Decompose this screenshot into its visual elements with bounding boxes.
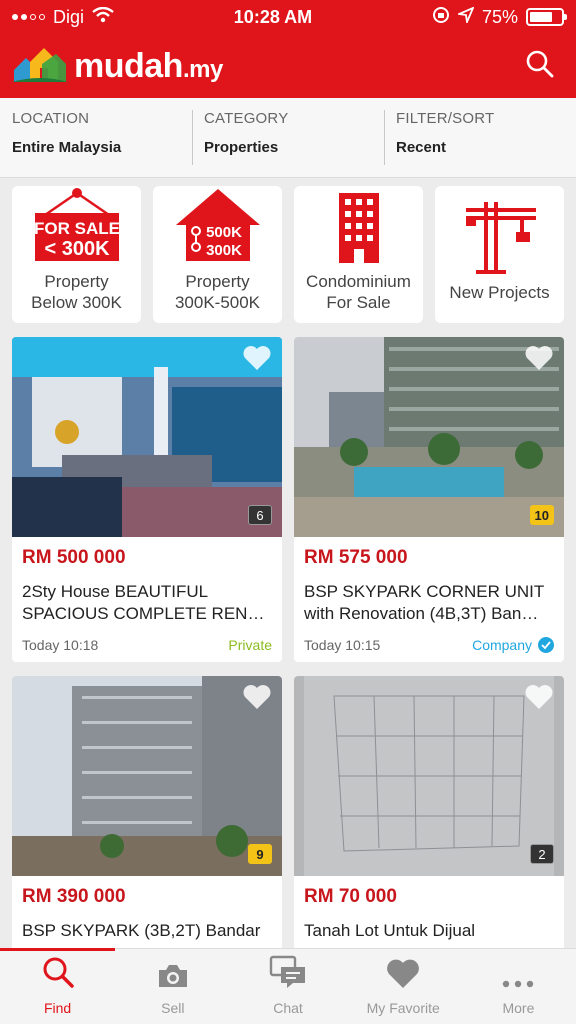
listing-price: RM 70 000 [304, 886, 397, 907]
category-label-line2: Below 300K [31, 293, 122, 312]
tab-more[interactable]: More [461, 949, 576, 1024]
listing-title: BSP SKYPARK CORNER UNIT with Renovation … [304, 582, 544, 623]
photo-count-badge: 9 [248, 844, 272, 864]
active-tab-indicator [0, 948, 115, 951]
favorite-heart-icon[interactable] [242, 684, 272, 710]
brand-logo[interactable]: mudah.my [12, 44, 223, 89]
favorite-heart-icon[interactable] [524, 684, 554, 710]
category-label: Condominium For Sale [306, 271, 411, 313]
listing-photo[interactable]: 6 [12, 337, 282, 537]
photo-count-badge: 6 [248, 505, 272, 525]
listing-price: RM 390 000 [22, 886, 126, 907]
rotation-lock-icon [432, 6, 450, 29]
bottom-nav: Find Sell Chat My Favorite More [0, 948, 576, 1024]
listing-price: RM 500 000 [22, 547, 126, 568]
brand-tld: .my [182, 55, 223, 83]
tab-sell[interactable]: Sell [115, 949, 230, 1024]
seller-type: Company [472, 637, 554, 653]
search-icon [41, 955, 75, 994]
for-sale-sign-icon: FOR SALE < 300K [31, 185, 123, 265]
listing-price: RM 575 000 [304, 547, 408, 568]
category-filter[interactable]: CATEGORY Properties [192, 98, 384, 177]
photo-count-badge: 10 [529, 505, 554, 525]
photo-count-badge: 2 [530, 844, 554, 864]
sign-text-line2: < 300K [44, 238, 110, 260]
category-below-300k[interactable]: FOR SALE < 300K Property Below 300K [12, 186, 141, 323]
house-text-line2: 300K [206, 242, 242, 259]
signal-strength-icon [12, 14, 45, 20]
sign-text-line1: FOR SALE [34, 219, 120, 238]
seller-type-label: Company [472, 637, 532, 653]
listing-photo[interactable]: 10 [294, 337, 564, 537]
carrier-name: Digi [53, 6, 85, 27]
battery-icon [525, 8, 567, 26]
search-icon [525, 49, 555, 84]
crane-icon [460, 196, 540, 276]
tab-my-favorite-label: My Favorite [366, 1000, 440, 1016]
status-bar: Digi 10:28 AM 75% [0, 0, 576, 34]
wifi-icon [92, 6, 114, 28]
verified-check-icon [538, 637, 554, 653]
seller-type: Private [228, 637, 272, 653]
location-filter[interactable]: LOCATION Entire Malaysia [0, 98, 192, 177]
category-label-line2: For Sale [326, 293, 391, 312]
listing-title: 2Sty House BEAUTIFUL SPACIOUS COMPLETE R… [22, 582, 265, 623]
location-filter-label: LOCATION [12, 110, 90, 127]
tab-sell-label: Sell [161, 1000, 185, 1016]
battery-percent: 75% [481, 6, 518, 27]
category-filter-label: CATEGORY [204, 110, 289, 127]
search-button[interactable] [520, 46, 560, 86]
house-text-line1: 500K [206, 224, 242, 241]
tab-chat-label: Chat [273, 1000, 303, 1016]
category-shortcuts: FOR SALE < 300K Property Below 300K 500K … [0, 178, 576, 323]
favorite-heart-icon[interactable] [524, 345, 554, 371]
favorite-heart-icon[interactable] [242, 345, 272, 371]
filter-sort-value: Recent [396, 139, 447, 156]
category-label-line1: Property [44, 272, 109, 291]
filter-sort[interactable]: FILTER/SORT Recent [384, 98, 576, 177]
category-label-line1: Condominium [306, 272, 411, 291]
listing-time: Today 10:18 [22, 637, 99, 653]
filter-sort-label: FILTER/SORT [396, 110, 495, 127]
logo-houses-icon [12, 44, 68, 89]
chat-icon [269, 955, 307, 994]
location-arrow-icon [455, 5, 475, 28]
listing-card[interactable]: 10 RM 575 000 BSP SKYPARK CORNER UNIT wi… [294, 337, 564, 662]
listing-time: Today 10:15 [304, 637, 381, 653]
category-condominium[interactable]: Condominium For Sale [294, 186, 423, 323]
category-label-line1: Property [185, 272, 250, 291]
battery-fill [529, 12, 553, 22]
status-time: 10:28 AM [233, 6, 313, 27]
heart-icon [386, 959, 420, 994]
listing-card[interactable]: 6 RM 500 000 2Sty House BEAUTIFUL SPACIO… [12, 337, 282, 662]
category-label-line2: 300K-500K [174, 293, 261, 312]
more-icon [501, 976, 535, 994]
category-300k-500k[interactable]: 500K 300K Property 300K-500K [153, 186, 282, 323]
house-price-icon: 500K 300K [172, 185, 264, 265]
category-label: New Projects [449, 283, 550, 302]
category-label: Property Below 300K [31, 271, 122, 313]
tab-find-label: Find [43, 1000, 72, 1016]
listing-grid: 6 RM 500 000 2Sty House BEAUTIFUL SPACIO… [0, 323, 576, 1001]
brand-name: mudah.my [74, 47, 223, 86]
building-icon [329, 185, 389, 265]
tab-my-favorite[interactable]: My Favorite [346, 949, 461, 1024]
tab-chat[interactable]: Chat [230, 949, 345, 1024]
brand-name-text: mudah [74, 46, 183, 85]
category-label: Property 300K-500K [175, 271, 260, 313]
filter-bar: LOCATION Entire Malaysia CATEGORY Proper… [0, 98, 576, 178]
top-bar: Digi 10:28 AM 75% mudah.my [0, 0, 576, 98]
camera-icon [157, 963, 189, 994]
tab-find[interactable]: Find [0, 949, 115, 1024]
location-filter-value: Entire Malaysia [12, 139, 122, 156]
app-header: mudah.my [0, 34, 576, 98]
listing-photo[interactable]: 2 [294, 676, 564, 876]
category-new-projects[interactable]: New Projects [435, 186, 564, 323]
tab-more-label: More [502, 1000, 535, 1016]
listing-photo[interactable]: 9 [12, 676, 282, 876]
category-filter-value: Properties [204, 139, 279, 156]
